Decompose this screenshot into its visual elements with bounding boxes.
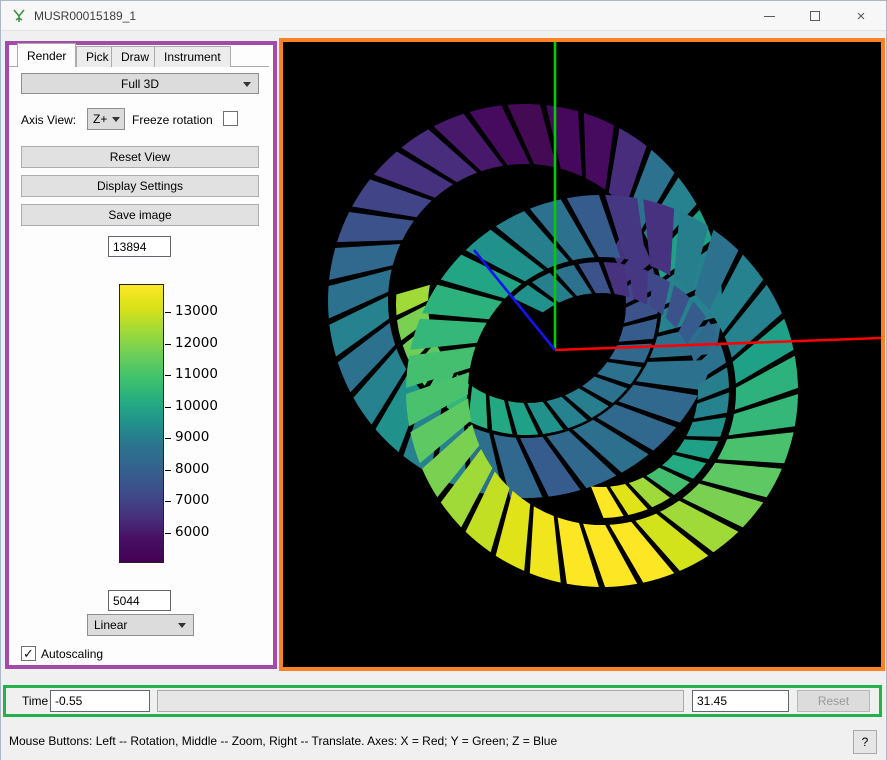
colorbar-tick-mark [165, 533, 171, 534]
colorbar-max-value: 13894 [113, 240, 146, 254]
help-icon: ? [862, 735, 869, 749]
detector-segment [489, 396, 512, 435]
status-message: Mouse Buttons: Left -- Rotation, Middle … [9, 734, 557, 748]
colorbar-tick-label: 8000 [175, 461, 209, 477]
colorbar-gradient[interactable] [119, 284, 164, 563]
minimize-button[interactable] [746, 1, 792, 31]
colorbar-tick-label: 7000 [175, 492, 209, 508]
time-label: Time [22, 694, 48, 708]
colorbar-tick-mark [165, 375, 171, 376]
freeze-rotation-label: Freeze rotation [132, 113, 213, 127]
colorbar-tick-label: 6000 [175, 524, 209, 540]
display-settings-label: Display Settings [97, 179, 183, 193]
detector-segment [584, 113, 614, 190]
tab-draw[interactable]: Draw [111, 46, 159, 67]
colorbar-min-value: 5044 [113, 594, 140, 608]
time-range-slider[interactable] [157, 690, 684, 712]
detector-segment [530, 506, 561, 582]
detector-segment [676, 439, 719, 459]
status-bar: Mouse Buttons: Left -- Rotation, Middle … [1, 723, 886, 760]
reset-view-button[interactable]: Reset View [21, 146, 259, 168]
time-bin-bar: Time -0.55 31.45 Reset [3, 685, 882, 717]
close-button[interactable]: × [838, 1, 884, 31]
time-reset-button[interactable]: Reset [797, 690, 870, 712]
colorbar-tick-label: 13000 [175, 303, 218, 319]
colorbar-tick-mark [165, 438, 171, 439]
colorbar-tick-mark [165, 344, 171, 345]
autoscaling-label: Autoscaling [41, 647, 103, 661]
scale-type-value: Linear [94, 618, 127, 632]
colorbar-tick-label: 10000 [175, 398, 218, 414]
detector-segment [468, 386, 487, 429]
title-bar: MUSR00015189_1 × [1, 1, 886, 31]
tab-label: Render [27, 49, 66, 63]
detector-segment [686, 417, 726, 436]
instrument-view-window: { "window": { "title": "MUSR00015189_1",… [0, 0, 887, 760]
reset-view-label: Reset View [110, 150, 170, 164]
colorbar-max-input[interactable]: 13894 [108, 236, 171, 257]
display-settings-button[interactable]: Display Settings [21, 175, 259, 197]
help-button[interactable]: ? [853, 730, 877, 754]
detector-segment [717, 432, 793, 463]
axis-view-select[interactable]: Z+ [87, 108, 125, 130]
autoscaling-checkbox[interactable]: ✓ [21, 646, 36, 661]
minimize-icon [764, 16, 775, 17]
colorbar-tick-label: 9000 [175, 429, 209, 445]
save-image-label: Save image [108, 208, 171, 222]
colorbar-tick-label: 11000 [175, 366, 218, 382]
close-icon: × [857, 8, 866, 25]
time-reset-label: Reset [818, 694, 849, 708]
tab-label: Pick [86, 50, 109, 64]
tab-instrument[interactable]: Instrument [154, 46, 231, 67]
window-title: MUSR00015189_1 [34, 9, 136, 23]
save-image-button[interactable]: Save image [21, 204, 259, 226]
chevron-down-icon [243, 82, 251, 87]
detector-segment [337, 212, 414, 242]
colorbar-tick-mark [165, 407, 171, 408]
time-start-value: -0.55 [55, 694, 82, 708]
tab-label: Draw [121, 50, 149, 64]
colorbar-min-input[interactable]: 5044 [108, 590, 171, 611]
tab-label: Instrument [164, 50, 221, 64]
maximize-icon [810, 11, 820, 21]
mantid-app-icon [11, 8, 27, 24]
instrument-3d-viewport[interactable] [279, 38, 885, 671]
detector-segment [410, 319, 486, 350]
time-start-input[interactable]: -0.55 [50, 690, 150, 712]
projection-value: Full 3D [121, 77, 159, 91]
time-end-value: 31.45 [697, 694, 727, 708]
colorbar-tick-mark [165, 470, 171, 471]
maximize-button[interactable] [792, 1, 838, 31]
instrument-3d-scene[interactable] [283, 42, 881, 667]
axis-view-label: Axis View: [21, 113, 76, 127]
axis-view-value: Z+ [93, 112, 107, 126]
panel-tab-bar: Render Pick Draw Instrument [9, 43, 273, 67]
projection-select[interactable]: Full 3D [21, 73, 259, 94]
chevron-down-icon [112, 117, 120, 122]
tab-render[interactable]: Render [17, 43, 76, 67]
colorbar-tick-mark [165, 501, 171, 502]
colorbar-tick-label: 12000 [175, 335, 218, 351]
scale-type-select[interactable]: Linear [87, 614, 194, 636]
time-end-input[interactable]: 31.45 [692, 690, 789, 712]
chevron-down-icon [178, 623, 186, 628]
freeze-rotation-checkbox[interactable] [223, 111, 238, 126]
colorbar-tick-mark [165, 312, 171, 313]
detector-segment [619, 319, 658, 342]
